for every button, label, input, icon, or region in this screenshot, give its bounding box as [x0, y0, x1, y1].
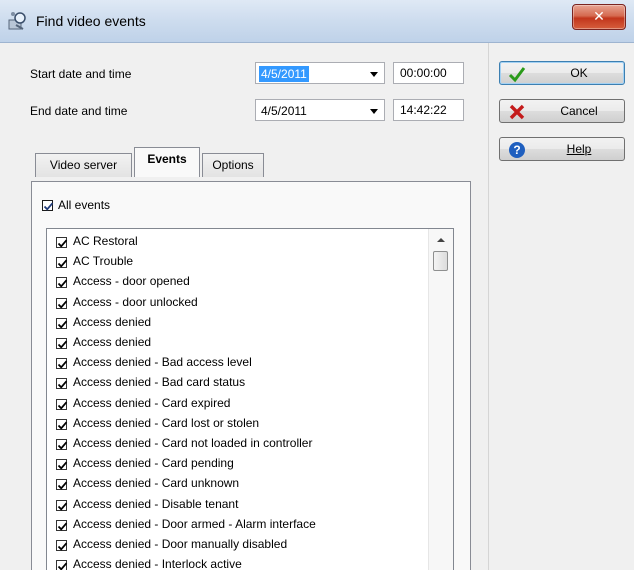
scrollbar[interactable] [428, 229, 453, 570]
list-item[interactable]: Access denied [55, 313, 425, 333]
event-checkbox[interactable] [56, 338, 68, 349]
event-label: Access denied [73, 314, 152, 329]
window-title: Find video events [36, 13, 146, 29]
event-label: Access denied - Bad card status [73, 375, 246, 390]
end-date-label: End date and time [30, 104, 128, 118]
event-checkbox[interactable] [56, 237, 68, 248]
event-checkbox[interactable] [56, 459, 68, 471]
event-checkbox[interactable] [56, 398, 68, 410]
end-date-combo[interactable]: 4/5/2011 [255, 99, 385, 121]
list-item[interactable]: Access denied - Card pending [55, 454, 425, 474]
event-label: Access denied [73, 335, 152, 349]
all-events-checkbox[interactable] [42, 200, 54, 211]
cancel-label: Cancel [560, 104, 598, 118]
tab-events[interactable]: Events [134, 147, 200, 177]
find-video-events-window: Find video events ✕ Start date and time … [0, 0, 634, 570]
event-label: Access denied - Door manually disabled [73, 537, 288, 551]
ok-label: OK [570, 66, 588, 80]
end-time-field[interactable]: 14:42:22 [393, 99, 464, 121]
chevron-down-icon[interactable] [370, 109, 378, 114]
event-label: Access - door unlocked [73, 294, 198, 309]
event-checkbox[interactable] [56, 297, 68, 309]
help-icon: ? [508, 141, 526, 159]
list-item[interactable]: Access denied [55, 333, 425, 353]
event-label: Access denied - Card lost or stolen [73, 415, 260, 430]
list-item[interactable]: Access denied - Interlock active [55, 555, 425, 570]
tab-video-server[interactable]: Video server [35, 153, 132, 177]
help-button[interactable]: ? Help [499, 137, 625, 161]
end-date-value: 4/5/2011 [261, 104, 307, 118]
tab-options[interactable]: Options [202, 153, 264, 177]
event-label: AC Trouble [73, 254, 134, 269]
event-label: Access denied - Door armed - Alarm inter… [73, 516, 316, 531]
ok-button[interactable]: OK [499, 61, 625, 85]
list-item[interactable]: AC Restoral [55, 232, 425, 252]
scrollbar-thumb[interactable] [433, 251, 448, 271]
event-checkbox[interactable] [56, 317, 68, 329]
event-checkbox[interactable] [56, 540, 68, 551]
event-label: Access - door opened [73, 274, 190, 289]
list-item[interactable]: Access denied - Bad card status [55, 373, 425, 393]
event-checkbox[interactable] [56, 257, 68, 269]
checkmark-icon [508, 65, 526, 83]
title-bar: Find video events ✕ [0, 0, 634, 43]
list-item[interactable]: Access denied - Bad access level [55, 353, 425, 373]
close-icon: ✕ [593, 8, 605, 24]
x-icon [508, 103, 526, 121]
event-checkbox[interactable] [56, 560, 68, 570]
event-checkbox[interactable] [56, 418, 68, 430]
event-checkbox[interactable] [56, 519, 68, 531]
event-label: AC Restoral [73, 234, 138, 248]
list-item[interactable]: Access denied - Card expired [55, 394, 425, 414]
list-item[interactable]: AC Trouble [55, 252, 425, 272]
help-label: Help [566, 142, 592, 156]
start-time-field[interactable]: 00:00:00 [393, 62, 464, 84]
event-checkbox[interactable] [56, 499, 68, 511]
event-checkbox[interactable] [56, 277, 68, 289]
svg-text:?: ? [513, 143, 520, 157]
list-item[interactable]: Access denied - Door manually disabled [55, 535, 425, 555]
scroll-up-arrow-icon[interactable] [437, 238, 445, 242]
list-item[interactable]: Access - door opened [55, 272, 425, 292]
event-checkbox[interactable] [56, 378, 68, 390]
close-button[interactable]: ✕ [572, 4, 626, 30]
list-item[interactable]: Access denied - Door armed - Alarm inter… [55, 515, 425, 535]
cancel-button[interactable]: Cancel [499, 99, 625, 123]
list-item[interactable]: Access - door unlocked [55, 293, 425, 313]
panel-divider [488, 43, 489, 570]
list-item[interactable]: Access denied - Disable tenant [55, 495, 425, 515]
list-item[interactable]: Access denied - Card not loaded in contr… [55, 434, 425, 454]
chevron-down-icon[interactable] [370, 72, 378, 77]
start-date-combo[interactable]: 4/5/2011 [255, 62, 385, 84]
event-label: Access denied - Card expired [73, 395, 231, 410]
event-label: Access denied - Bad access level [73, 355, 252, 370]
list-item[interactable]: Access denied - Card unknown [55, 474, 425, 494]
start-date-value: 4/5/2011 [259, 66, 309, 82]
list-item[interactable]: Access denied - Card lost or stolen [55, 414, 425, 434]
event-label: Access denied - Card unknown [73, 476, 240, 491]
start-date-label: Start date and time [30, 67, 132, 81]
event-checkbox[interactable] [56, 439, 68, 450]
event-label: Access denied - Disable tenant [73, 496, 239, 511]
dialog-client: Start date and time 4/5/2011 00:00:00 En… [0, 43, 634, 570]
events-list[interactable]: AC Restoral AC Trouble Access - door opene… [46, 228, 454, 570]
event-checkbox[interactable] [56, 479, 68, 491]
event-label: Access denied - Card not loaded in contr… [73, 436, 313, 450]
event-label: Access denied - Interlock active [73, 557, 242, 570]
find-events-icon [8, 11, 28, 31]
event-checkbox[interactable] [56, 358, 68, 370]
event-label: Access denied - Card pending [73, 456, 234, 471]
all-events-label: All events [58, 198, 111, 212]
